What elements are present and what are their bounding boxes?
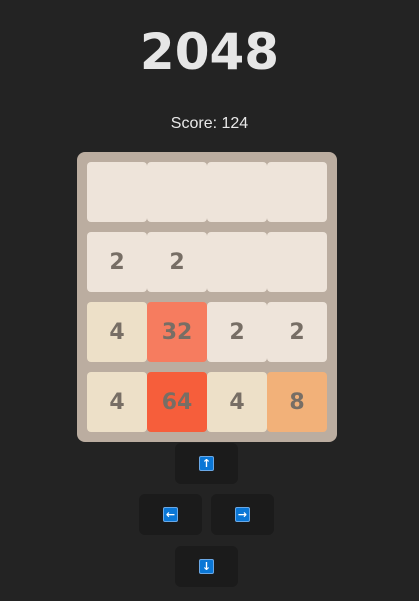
arrow-right-icon: → [235,507,250,522]
tile-r1-c1: 2 [147,232,207,292]
tile-r0-c3 [267,162,327,222]
tile-r2-c1: 32 [147,302,207,362]
tile-r2-c2: 2 [207,302,267,362]
tile-r1-c2 [207,232,267,292]
tile-r2-c0: 4 [87,302,147,362]
arrow-left-icon: ← [163,507,178,522]
tile-r2-c3: 2 [267,302,327,362]
tile-r3-c0: 4 [87,372,147,432]
tile-r0-c0 [87,162,147,222]
game-title: 2048 [139,23,280,81]
move-down-button[interactable]: ↓ [175,546,238,587]
move-left-button[interactable]: ← [139,494,202,535]
tile-r0-c1 [147,162,207,222]
arrow-up-icon: ↑ [199,456,214,471]
tile-r0-c2 [207,162,267,222]
tile-r3-c3: 8 [267,372,327,432]
tile-r3-c1: 64 [147,372,207,432]
score-display: Score: 124 [170,115,249,132]
arrow-down-icon: ↓ [199,559,214,574]
move-up-button[interactable]: ↑ [175,443,238,484]
move-right-button[interactable]: → [211,494,274,535]
tile-r1-c3 [267,232,327,292]
tile-r3-c2: 4 [207,372,267,432]
game-board: 2 2 4 32 2 2 4 64 4 8 [77,152,337,442]
tile-r1-c0: 2 [87,232,147,292]
